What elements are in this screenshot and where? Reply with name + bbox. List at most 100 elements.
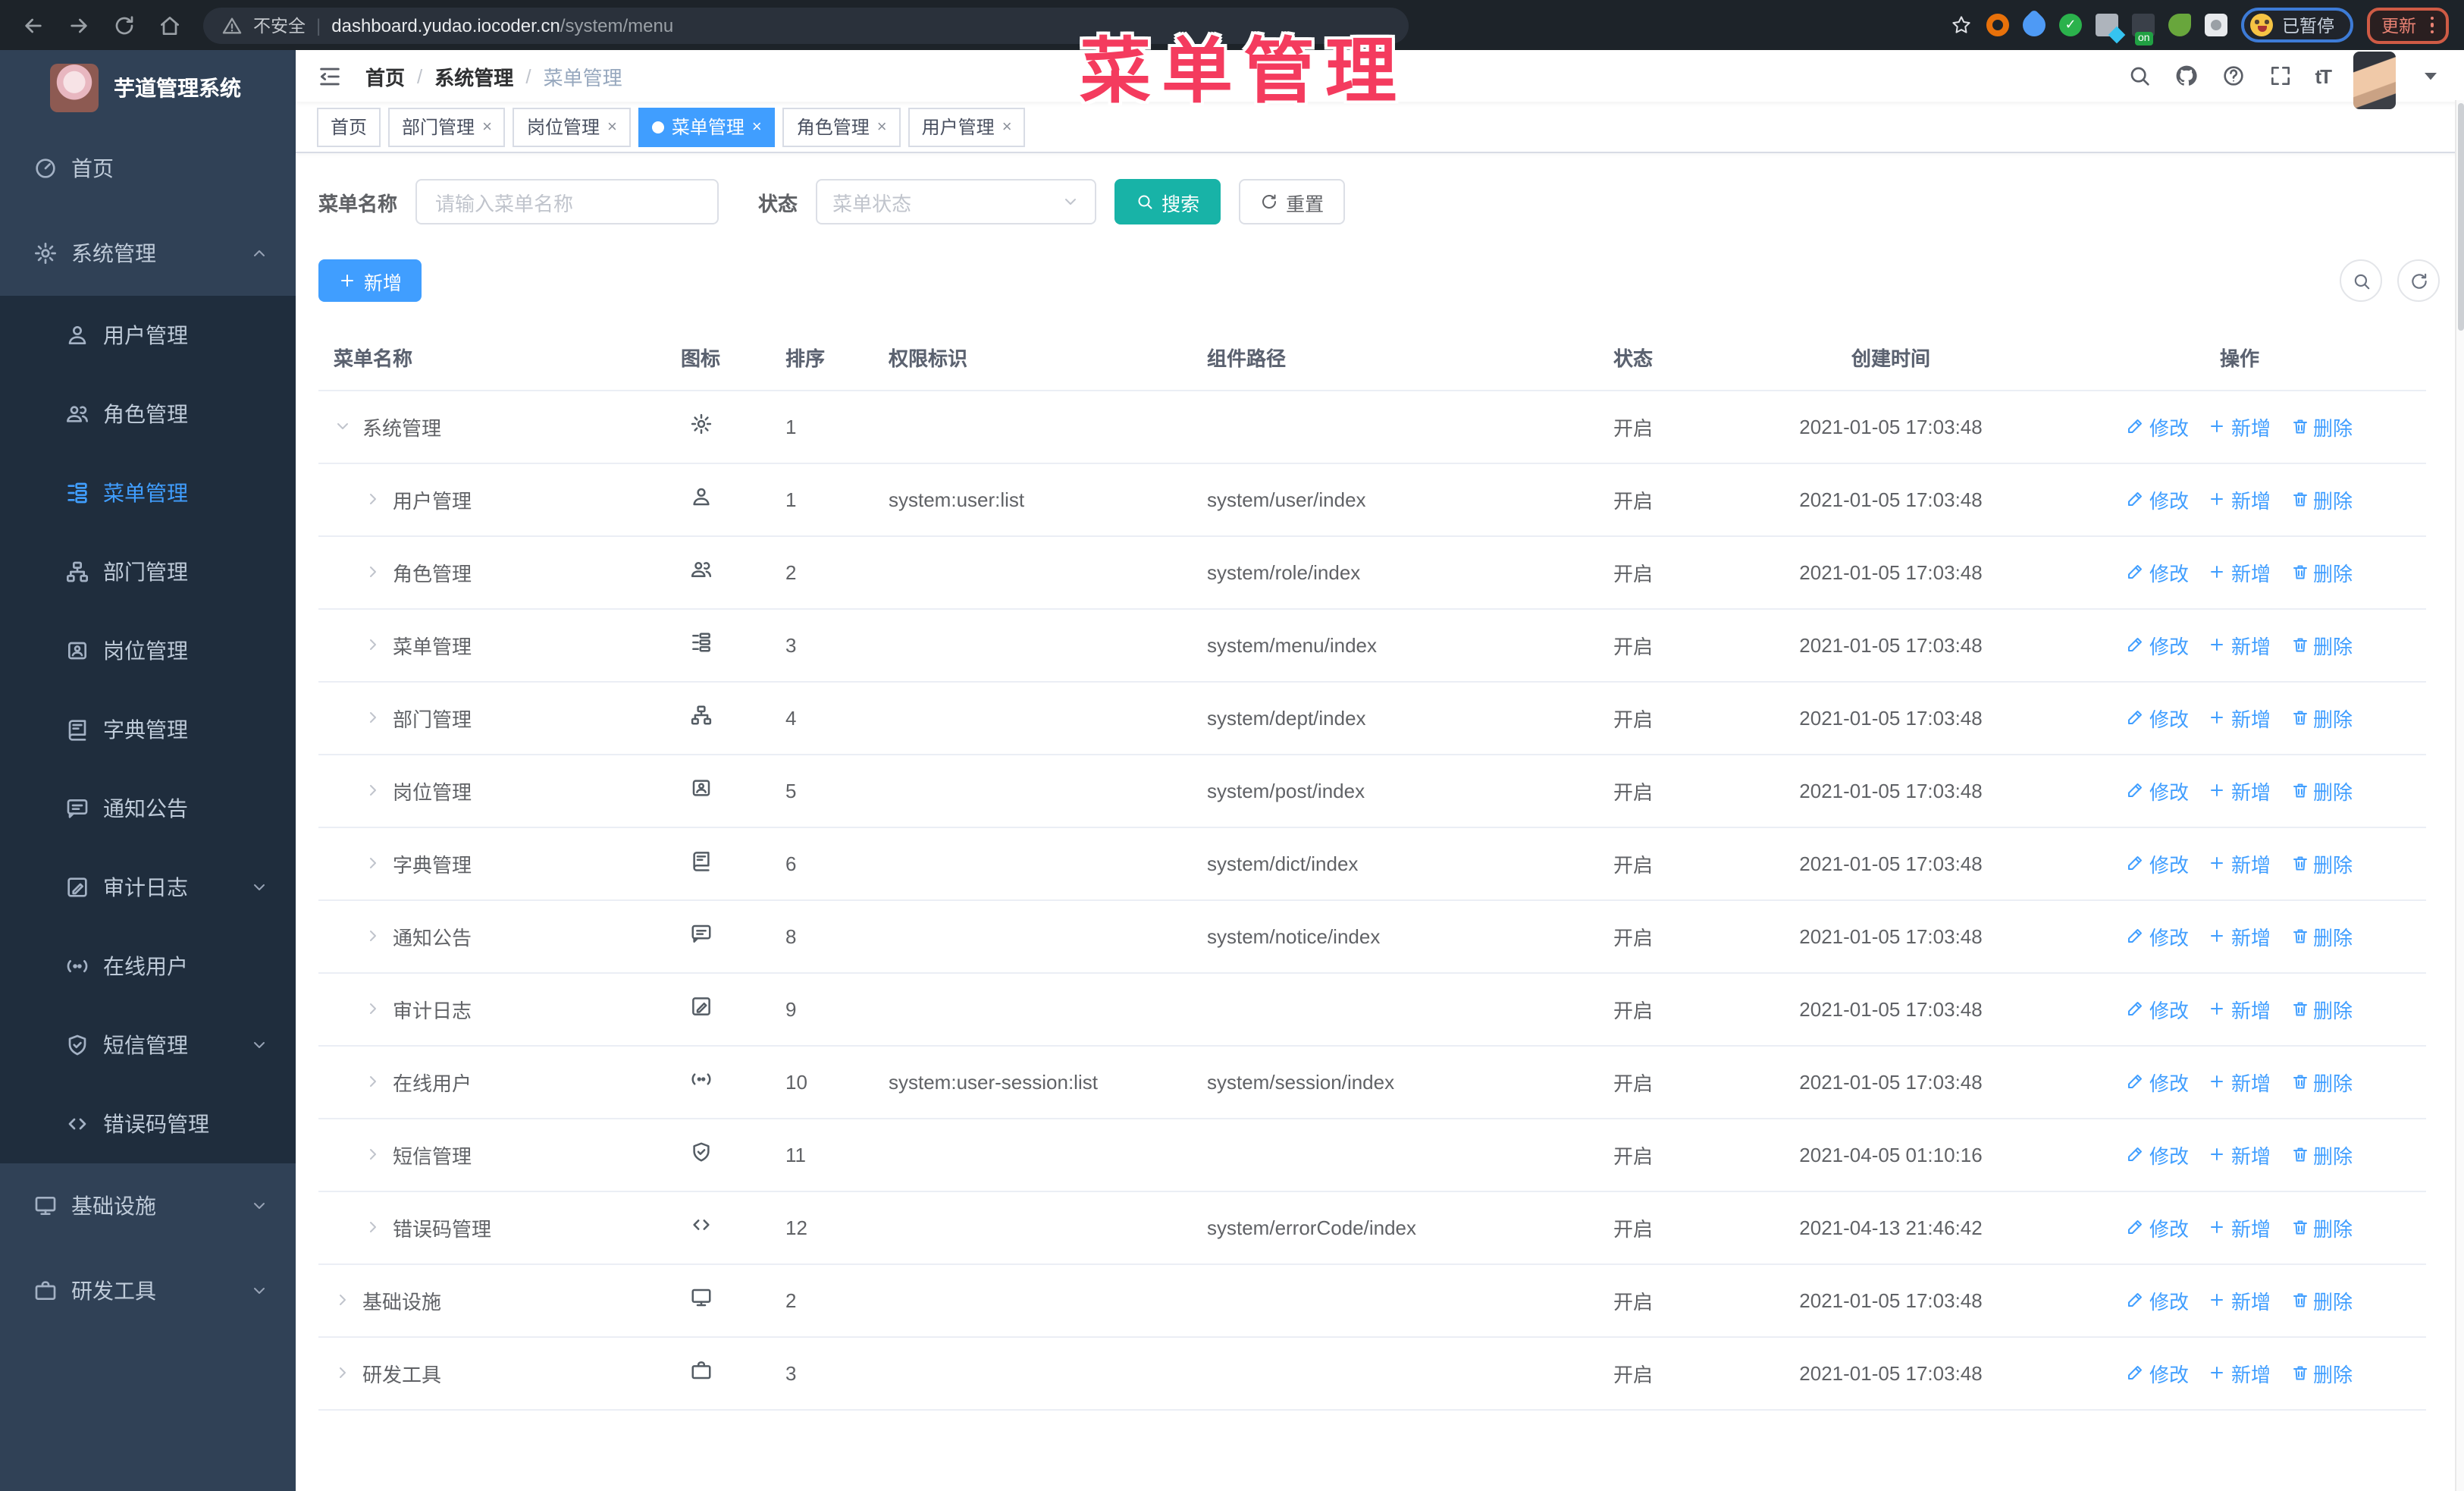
reset-button[interactable]: 重置 [1239, 179, 1346, 224]
browser-back-icon[interactable] [15, 7, 52, 43]
font-size-icon[interactable]: tT [2315, 64, 2332, 87]
tab-close-icon[interactable]: × [877, 118, 887, 136]
action-新增[interactable]: 新增 [2209, 776, 2271, 805]
tree-expand-icon[interactable] [364, 1072, 382, 1091]
sidebar-item-在线用户[interactable]: 在线用户 [0, 927, 296, 1006]
tree-expand-icon[interactable] [364, 1218, 382, 1236]
action-修改[interactable]: 修改 [2127, 703, 2189, 732]
tree-expand-icon[interactable] [364, 708, 382, 727]
extension-icon[interactable] [1986, 14, 2009, 36]
action-新增[interactable]: 新增 [2209, 630, 2271, 659]
action-修改[interactable]: 修改 [2127, 1140, 2189, 1169]
action-删除[interactable]: 删除 [2290, 776, 2353, 805]
profile-paused-pill[interactable]: 已暂停 [2241, 8, 2353, 42]
fullscreen-icon[interactable] [2268, 64, 2292, 88]
action-修改[interactable]: 修改 [2127, 994, 2189, 1023]
action-新增[interactable]: 新增 [2209, 703, 2271, 732]
tab-close-icon[interactable]: × [482, 118, 492, 136]
action-新增[interactable]: 新增 [2209, 994, 2271, 1023]
search-button[interactable]: 搜索 [1114, 179, 1221, 224]
action-新增[interactable]: 新增 [2209, 485, 2271, 513]
sidebar-item-短信管理[interactable]: 短信管理 [0, 1006, 296, 1085]
tab-部门管理[interactable]: 部门管理 × [388, 107, 506, 146]
avatar-caret-down-icon[interactable] [2419, 64, 2443, 88]
tree-expand-icon[interactable] [334, 1364, 352, 1382]
action-删除[interactable]: 删除 [2290, 994, 2353, 1023]
add-button[interactable]: 新增 [318, 259, 422, 302]
action-删除[interactable]: 删除 [2290, 557, 2353, 586]
tree-expand-icon[interactable] [334, 1291, 352, 1309]
action-新增[interactable]: 新增 [2209, 921, 2271, 950]
breadcrumb-home[interactable]: 首页 [365, 61, 405, 90]
action-修改[interactable]: 修改 [2127, 1067, 2189, 1096]
action-修改[interactable]: 修改 [2127, 630, 2189, 659]
collapse-sidebar-icon[interactable] [317, 63, 343, 89]
extension-icon[interactable]: ✓ [2059, 14, 2082, 36]
tab-首页[interactable]: 首页 [317, 107, 381, 146]
tree-expand-icon[interactable] [334, 417, 352, 435]
extension-icon[interactable]: on [2132, 14, 2155, 46]
sidebar-item-审计日志[interactable]: 审计日志 [0, 848, 296, 927]
tree-expand-icon[interactable] [364, 1145, 382, 1163]
github-icon[interactable] [2174, 64, 2198, 88]
menu-name-input[interactable]: 请输入菜单名称 [415, 179, 719, 224]
sidebar-logo[interactable]: 芋道管理系统 [0, 50, 296, 126]
sidebar-item-字典管理[interactable]: 字典管理 [0, 690, 296, 769]
header-search-icon[interactable] [2127, 64, 2151, 88]
browser-update-button[interactable]: 更新 [2366, 7, 2449, 43]
extension-icon[interactable] [2017, 8, 2051, 42]
action-删除[interactable]: 删除 [2290, 1285, 2353, 1314]
action-删除[interactable]: 删除 [2290, 1067, 2353, 1096]
browser-forward-icon[interactable] [61, 7, 97, 43]
action-删除[interactable]: 删除 [2290, 1213, 2353, 1241]
action-新增[interactable]: 新增 [2209, 1213, 2271, 1241]
tree-expand-icon[interactable] [364, 490, 382, 508]
action-修改[interactable]: 修改 [2127, 776, 2189, 805]
action-修改[interactable]: 修改 [2127, 1358, 2189, 1387]
sidebar-item-首页[interactable]: 首页 [0, 126, 296, 211]
extension-icon[interactable] [2096, 14, 2118, 36]
tree-expand-icon[interactable] [364, 927, 382, 945]
kebab-menu-icon[interactable] [2430, 16, 2434, 34]
action-修改[interactable]: 修改 [2127, 921, 2189, 950]
bookmark-star-icon[interactable] [1950, 14, 1973, 36]
action-新增[interactable]: 新增 [2209, 1067, 2271, 1096]
sidebar-item-用户管理[interactable]: 用户管理 [0, 296, 296, 375]
action-修改[interactable]: 修改 [2127, 557, 2189, 586]
action-新增[interactable]: 新增 [2209, 1285, 2271, 1314]
action-修改[interactable]: 修改 [2127, 412, 2189, 441]
action-删除[interactable]: 删除 [2290, 485, 2353, 513]
tab-角色管理[interactable]: 角色管理 × [782, 107, 901, 146]
tab-菜单管理[interactable]: 菜单管理 × [638, 107, 776, 146]
browser-home-icon[interactable] [152, 7, 188, 43]
sidebar-item-研发工具[interactable]: 研发工具 [0, 1248, 296, 1333]
action-新增[interactable]: 新增 [2209, 1358, 2271, 1387]
scrollbar-thumb[interactable] [2458, 103, 2464, 331]
help-icon[interactable] [2221, 64, 2245, 88]
action-删除[interactable]: 删除 [2290, 703, 2353, 732]
action-修改[interactable]: 修改 [2127, 1285, 2189, 1314]
sidebar-item-通知公告[interactable]: 通知公告 [0, 769, 296, 848]
tree-expand-icon[interactable] [364, 1000, 382, 1018]
action-新增[interactable]: 新增 [2209, 849, 2271, 877]
tab-close-icon[interactable]: × [607, 118, 617, 136]
tab-用户管理[interactable]: 用户管理 × [908, 107, 1026, 146]
user-avatar[interactable] [2353, 52, 2396, 109]
action-删除[interactable]: 删除 [2290, 412, 2353, 441]
tree-expand-icon[interactable] [364, 563, 382, 581]
action-删除[interactable]: 删除 [2290, 849, 2353, 877]
tree-expand-icon[interactable] [364, 781, 382, 799]
tree-expand-icon[interactable] [364, 636, 382, 654]
sidebar-item-岗位管理[interactable]: 岗位管理 [0, 611, 296, 690]
extension-icon[interactable] [2168, 14, 2191, 36]
sidebar-item-错误码管理[interactable]: 错误码管理 [0, 1085, 296, 1163]
extensions-puzzle-icon[interactable] [2205, 14, 2227, 36]
refresh-table-icon[interactable] [2397, 259, 2440, 302]
sidebar-item-基础设施[interactable]: 基础设施 [0, 1163, 296, 1248]
action-删除[interactable]: 删除 [2290, 921, 2353, 950]
sidebar-item-系统管理[interactable]: 系统管理 [0, 211, 296, 296]
action-删除[interactable]: 删除 [2290, 1140, 2353, 1169]
toggle-search-icon[interactable] [2340, 259, 2382, 302]
sidebar-item-角色管理[interactable]: 角色管理 [0, 375, 296, 454]
breadcrumb-system[interactable]: 系统管理 [434, 61, 513, 90]
